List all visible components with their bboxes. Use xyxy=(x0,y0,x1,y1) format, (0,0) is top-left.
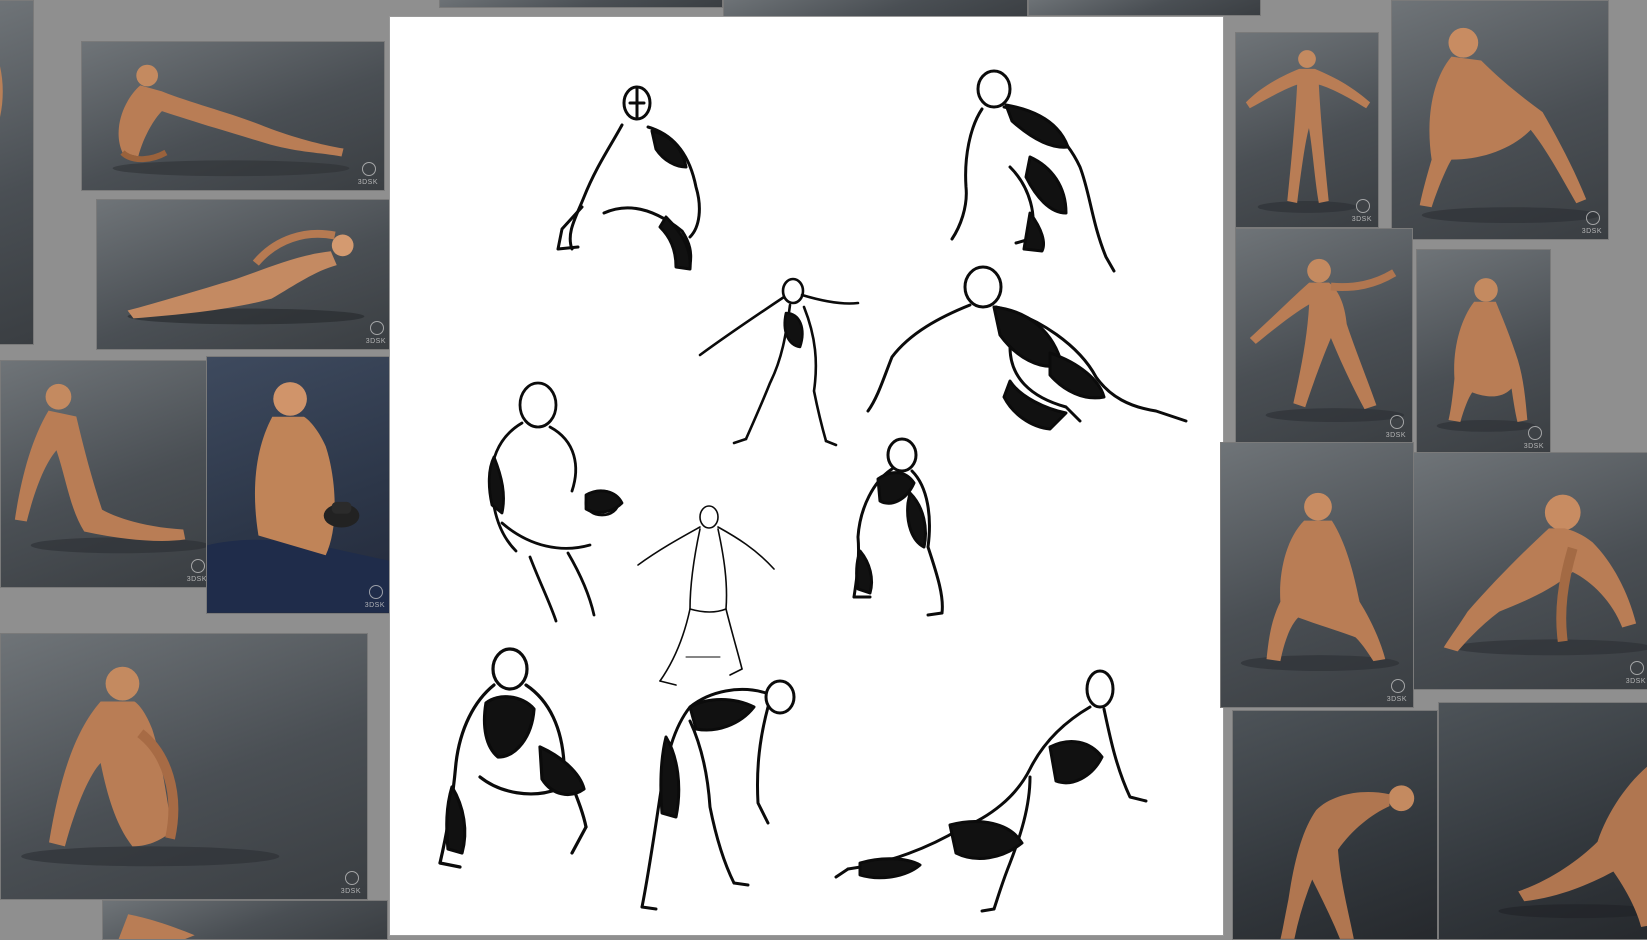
watermark: 3DSK xyxy=(1581,228,1602,235)
reference-photo-top-strip-1[interactable] xyxy=(439,0,723,8)
reference-photo-crouching-hands-on-knee[interactable]: 3DSK xyxy=(1220,442,1414,708)
reference-photo-seated-leaning-back[interactable]: 3DSK xyxy=(0,360,214,588)
watermark: 3DSK xyxy=(340,888,361,895)
reference-photo-top-strip-3[interactable] xyxy=(1028,0,1261,16)
figure-silhouette xyxy=(1245,50,1371,213)
watermark-icon xyxy=(1356,199,1370,213)
reference-photo-reclining-hand-on-head[interactable]: 3DSK xyxy=(96,199,393,350)
watermark-icon xyxy=(1391,679,1405,693)
figure-silhouette xyxy=(207,382,391,613)
watermark: 3DSK xyxy=(1625,678,1646,685)
sketch-bending-over xyxy=(640,679,796,911)
reference-photo-seated-holding-hat[interactable]: 3DSK xyxy=(206,356,392,614)
sketch-crouch-front xyxy=(438,647,588,869)
watermark-icon xyxy=(191,559,205,573)
figure-silhouette xyxy=(1436,278,1536,432)
figure-silhouette xyxy=(1249,258,1405,423)
reference-photo-bottom-strip[interactable] xyxy=(102,900,388,940)
watermark-icon xyxy=(1390,415,1404,429)
watermark: 3DSK xyxy=(1386,696,1407,703)
reference-photo-standing-arms-out[interactable]: 3DSK xyxy=(1235,32,1379,228)
figure-silhouette xyxy=(1419,27,1601,224)
watermark: 3DSK xyxy=(357,179,378,186)
watermark: 3DSK xyxy=(1385,432,1406,439)
sketch-kneeling-squat xyxy=(556,85,701,271)
watermark: 3DSK xyxy=(365,338,386,345)
figure-silhouette xyxy=(0,66,3,117)
reference-photo-edge-left[interactable] xyxy=(0,0,34,345)
watermark: 3DSK xyxy=(364,602,385,609)
watermark-icon xyxy=(1528,426,1542,440)
reference-photo-kneeling-hand-to-mouth[interactable]: 3DSK xyxy=(1391,0,1609,240)
watermark: 3DSK xyxy=(1523,443,1544,450)
sketch-arms-out-lunge xyxy=(698,277,860,447)
figure-silhouette xyxy=(1498,766,1647,928)
gesture-sketches xyxy=(438,69,1188,913)
sketch-standing-arms-out xyxy=(637,505,775,686)
watermark-icon xyxy=(362,162,376,176)
reference-photo-reclining-left-elbow[interactable]: 3DSK xyxy=(81,41,385,191)
watermark-icon xyxy=(345,871,359,885)
reference-photo-kneeling-thinking[interactable]: 3DSK xyxy=(1416,249,1551,455)
watermark-icon xyxy=(370,321,384,335)
figure-silhouette xyxy=(127,229,365,325)
figure-silhouette xyxy=(21,666,280,867)
watermark-icon xyxy=(1586,211,1600,225)
reference-photo-crawling-cropped[interactable] xyxy=(1438,702,1647,940)
reference-photo-lunging-arm-out[interactable]: 3DSK xyxy=(1235,228,1413,444)
watermark: 3DSK xyxy=(1351,216,1372,223)
figure-silhouette xyxy=(1443,494,1647,656)
reference-photo-bending-over[interactable] xyxy=(1232,710,1438,940)
sketch-kneeling-hand-mouth xyxy=(852,437,944,617)
reference-photo-crawling-forward[interactable]: 3DSK xyxy=(1413,452,1647,690)
sketch-crouching-reach xyxy=(950,69,1116,273)
watermark-icon xyxy=(1630,661,1644,675)
sketch-crawling-lunge xyxy=(866,265,1188,431)
sketch-reclining-crawl xyxy=(834,669,1148,913)
figure-silhouette xyxy=(112,64,350,177)
watermark-icon xyxy=(369,585,383,599)
watermark: 3DSK xyxy=(186,576,207,583)
figure-silhouette xyxy=(118,914,195,939)
sketch-canvas[interactable] xyxy=(390,17,1223,935)
figure-silhouette xyxy=(14,383,210,554)
figure-silhouette xyxy=(1240,492,1400,671)
reference-photo-crouching-front[interactable]: 3DSK xyxy=(0,633,368,900)
figure-silhouette xyxy=(1280,785,1415,939)
sketch-seated-hat xyxy=(487,381,624,623)
